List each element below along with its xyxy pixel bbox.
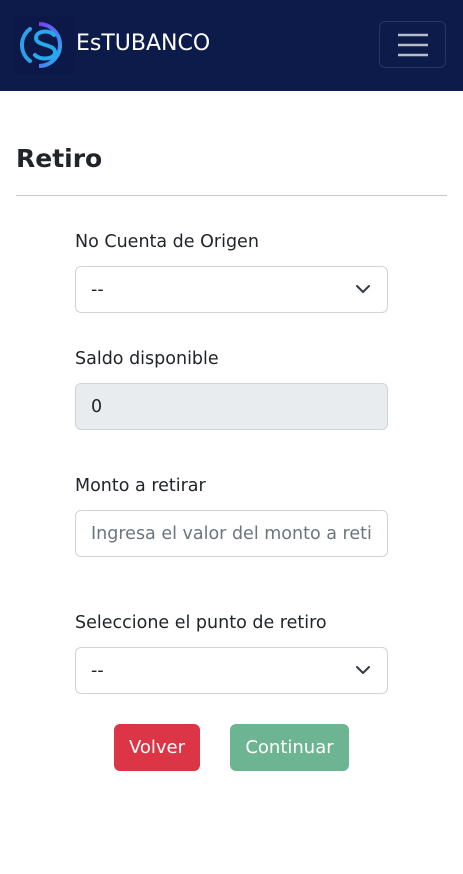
chevron-down-icon bbox=[356, 285, 370, 293]
hamburger-menu-icon bbox=[398, 33, 428, 57]
withdraw-point-value: -- bbox=[91, 660, 104, 681]
amount-input[interactable]: Ingresa el valor del monto a reti bbox=[75, 510, 388, 557]
title-divider bbox=[16, 195, 447, 196]
navbar: EsTUBANCO bbox=[0, 0, 463, 91]
available-balance-value: 0 bbox=[91, 396, 103, 417]
chevron-down-icon bbox=[356, 666, 370, 674]
amount-label: Monto a retirar bbox=[75, 476, 206, 496]
available-balance-field: 0 bbox=[75, 383, 388, 430]
withdraw-point-select[interactable]: -- bbox=[75, 647, 388, 694]
dollar-s-logo-icon bbox=[15, 16, 75, 74]
origin-account-label: No Cuenta de Origen bbox=[75, 232, 259, 252]
brand[interactable]: EsTUBANCO bbox=[15, 16, 210, 74]
continue-button[interactable]: Continuar bbox=[230, 724, 349, 771]
navbar-toggler-button[interactable] bbox=[379, 21, 446, 68]
back-button[interactable]: Volver bbox=[114, 724, 200, 771]
origin-account-value: -- bbox=[91, 279, 104, 300]
brand-name: EsTUBANCO bbox=[76, 30, 211, 56]
available-balance-label: Saldo disponible bbox=[75, 349, 219, 369]
withdraw-point-label: Seleccione el punto de retiro bbox=[75, 613, 327, 633]
origin-account-select[interactable]: -- bbox=[75, 266, 388, 313]
page-title: Retiro bbox=[16, 144, 103, 173]
amount-placeholder: Ingresa el valor del monto a reti bbox=[91, 523, 372, 544]
